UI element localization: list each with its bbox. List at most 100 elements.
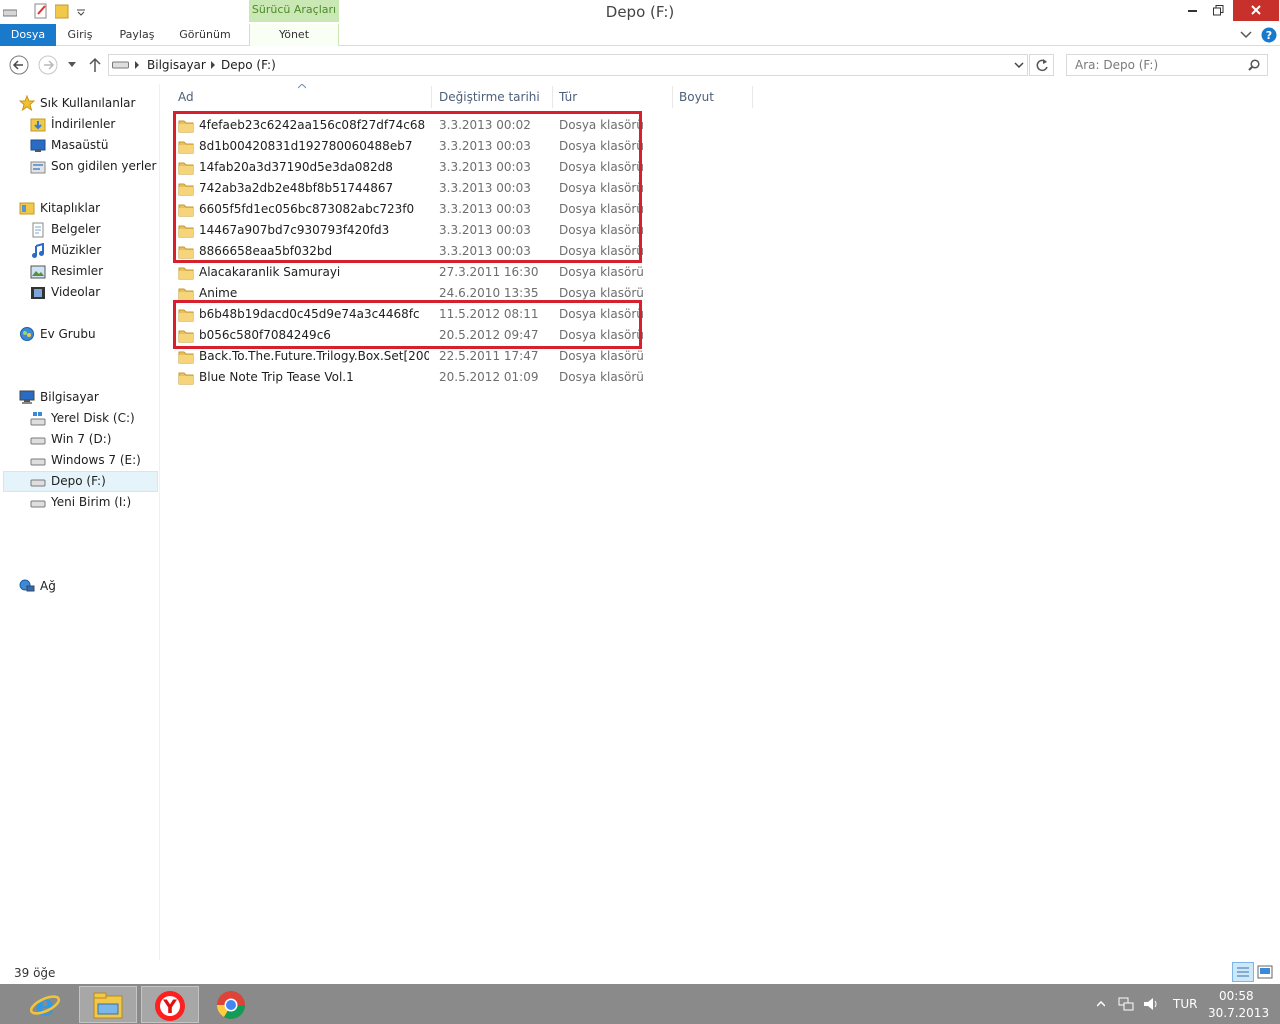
back-icon[interactable] — [9, 55, 29, 75]
column-name-label: Ad — [178, 90, 194, 104]
music-icon — [32, 243, 44, 258]
clock-time[interactable]: 00:58 — [1219, 989, 1254, 1003]
network-status-icon[interactable] — [1118, 996, 1134, 1012]
nav-libraries[interactable]: Kitaplıklar — [40, 198, 100, 218]
taskbar: e Y TUR 00:58 30.7.2013 — [0, 984, 1280, 1024]
column-header-type[interactable]: Tür — [553, 86, 673, 108]
column-header-size[interactable]: Boyut — [673, 86, 753, 108]
drive-icon — [112, 61, 129, 69]
nav-homegroup[interactable]: Ev Grubu — [40, 324, 96, 344]
network-icon — [19, 579, 35, 592]
input-language[interactable]: TUR — [1173, 997, 1197, 1011]
nav-drive-i[interactable]: Yeni Birim (I:) — [51, 492, 131, 512]
highlight-box — [173, 300, 642, 349]
title-bar: Depo (F:) Sürücü Araçları — [0, 0, 1280, 24]
sort-ascending-icon — [298, 84, 306, 89]
address-bar[interactable]: Bilgisayar Depo (F:) — [108, 54, 1028, 76]
recent-locations-icon[interactable] — [67, 61, 77, 69]
tab-manage[interactable]: Yönet — [249, 24, 339, 46]
properties-icon[interactable] — [33, 3, 49, 19]
window-title: Depo (F:) — [605, 3, 675, 21]
nav-computer[interactable]: Bilgisayar — [40, 387, 99, 407]
file-row[interactable]: Back.To.The.Future.Trilogy.Box.Set[2007]… — [172, 346, 652, 367]
item-count: 39 öğe — [14, 966, 56, 980]
new-folder-icon[interactable] — [55, 3, 69, 19]
drive-icon — [30, 479, 46, 487]
nav-documents[interactable]: Belgeler — [51, 219, 101, 239]
refresh-button[interactable] — [1029, 54, 1054, 76]
clock-date[interactable]: 30.7.2013 — [1208, 1006, 1269, 1020]
file-explorer-icon — [93, 992, 123, 1019]
breadcrumb-drive-f[interactable]: Depo (F:) — [221, 55, 276, 75]
tab-share[interactable]: Paylaş — [111, 24, 163, 46]
refresh-icon — [1036, 59, 1048, 72]
minimize-button[interactable] — [1180, 0, 1205, 21]
drive-icon — [30, 458, 46, 466]
customize-toolbar-icon[interactable] — [76, 7, 86, 17]
file-type: Dosya klasörü — [559, 349, 644, 363]
tab-home[interactable]: Giriş — [58, 24, 102, 46]
svg-text:e: e — [35, 989, 54, 1021]
minimize-icon — [1188, 10, 1197, 12]
close-button[interactable] — [1233, 0, 1279, 21]
nav-desktop[interactable]: Masaüstü — [51, 135, 108, 155]
show-hidden-icons-icon[interactable] — [1097, 1001, 1105, 1007]
taskbar-internet-explorer[interactable]: e — [17, 986, 75, 1023]
file-name: Blue Note Trip Tease Vol.1 — [199, 370, 354, 384]
nav-drive-c[interactable]: Yerel Disk (C:) — [51, 408, 135, 428]
breadcrumb-computer[interactable]: Bilgisayar — [147, 55, 206, 75]
nav-favorites[interactable]: Sık Kullanılanlar — [40, 93, 135, 113]
contextual-tab-header: Sürücü Araçları — [249, 0, 339, 22]
tab-file[interactable]: Dosya — [0, 24, 56, 46]
nav-drive-e[interactable]: Windows 7 (E:) — [51, 450, 141, 470]
tab-view[interactable]: Görünüm — [172, 24, 238, 46]
folder-icon — [178, 351, 194, 364]
breadcrumb-separator-icon[interactable] — [134, 61, 140, 69]
documents-icon — [32, 222, 44, 238]
nav-videos[interactable]: Videolar — [51, 282, 100, 302]
drive-icon[interactable] — [3, 5, 17, 19]
nav-music[interactable]: Müzikler — [51, 240, 101, 260]
column-type-label: Tür — [559, 90, 578, 104]
taskbar-yandex-browser[interactable]: Y — [141, 986, 199, 1023]
file-row[interactable]: Alacakaranlik Samurayi 27.3.2011 16:30 Dos… — [172, 262, 652, 283]
expand-ribbon-icon[interactable] — [1240, 30, 1252, 40]
folder-icon — [178, 267, 194, 280]
file-date: 20.5.2012 01:09 — [439, 370, 539, 384]
file-name: Alacakaranlik Samurayi — [199, 265, 341, 279]
column-header-name[interactable]: Ad — [172, 86, 432, 108]
svg-text:?: ? — [1266, 29, 1272, 42]
recent-places-icon — [30, 161, 46, 174]
nav-drive-d[interactable]: Win 7 (D:) — [51, 429, 111, 449]
large-icons-view-icon[interactable] — [1257, 964, 1273, 980]
pictures-icon — [30, 265, 46, 279]
videos-icon — [31, 287, 45, 299]
taskbar-chrome[interactable] — [203, 986, 261, 1023]
column-date-label: Değiştirme tarihi — [439, 90, 540, 104]
taskbar-file-explorer[interactable] — [79, 986, 137, 1023]
nav-network[interactable]: Ağ — [40, 576, 56, 596]
search-input[interactable]: Ara: Depo (F:) — [1066, 54, 1268, 76]
libraries-icon — [19, 202, 35, 215]
drive-icon — [30, 437, 46, 445]
nav-downloads[interactable]: İndirilenler — [51, 114, 115, 134]
search-icon[interactable] — [1248, 59, 1260, 71]
folder-icon — [178, 372, 194, 385]
forward-icon[interactable] — [38, 55, 58, 75]
column-header-date[interactable]: Değiştirme tarihi — [433, 86, 553, 108]
nav-pictures[interactable]: Resimler — [51, 261, 103, 281]
nav-drive-f[interactable]: Depo (F:) — [51, 471, 106, 491]
nav-recent-places[interactable]: Son gidilen yerler — [51, 156, 157, 176]
breadcrumb-separator-icon[interactable] — [210, 61, 216, 69]
restore-button[interactable] — [1205, 0, 1232, 21]
restore-icon — [1213, 5, 1224, 16]
file-date: 27.3.2011 16:30 — [439, 265, 539, 279]
file-date: 22.5.2011 17:47 — [439, 349, 539, 363]
address-dropdown-icon[interactable] — [1014, 61, 1024, 69]
up-icon[interactable] — [88, 57, 102, 73]
file-row[interactable]: Blue Note Trip Tease Vol.1 20.5.2012 01:0… — [172, 367, 652, 388]
volume-icon[interactable] — [1143, 996, 1159, 1012]
details-view-icon[interactable] — [1232, 962, 1254, 982]
yandex-icon: Y — [155, 991, 185, 1021]
help-icon[interactable]: ? — [1261, 27, 1277, 43]
